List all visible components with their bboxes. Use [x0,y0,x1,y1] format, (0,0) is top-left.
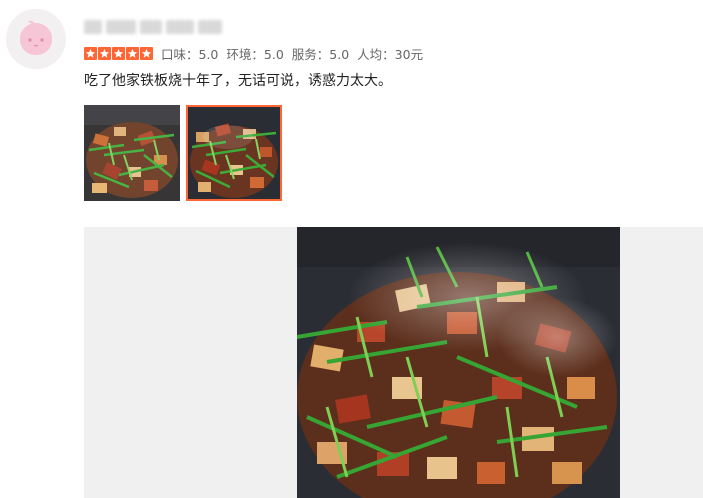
environment-score: 环境：5.0 [226,46,284,62]
enlarged-food-photo[interactable] [297,227,620,498]
review-text: 吃了他家铁板烧十年了，无话可说，诱惑力太大。 [84,73,392,89]
taste-score: 口味：5.0 [161,46,219,62]
photo-thumbnail-1[interactable] [84,105,180,201]
average-price: 人均：30元 [357,46,424,62]
star-icon [140,46,153,60]
rating-row: 口味：5.0 环境：5.0 服务：5.0 人均：30元 [84,44,431,62]
star-icon [98,46,111,60]
star-icon [84,46,97,60]
service-score: 服务：5.0 [291,46,350,62]
review-card: 口味：5.0 环境：5.0 服务：5.0 人均：30元 吃了他家铁板烧十年了，无… [0,0,703,498]
photo-thumbnail-2[interactable] [186,105,282,201]
star-icon [126,46,139,60]
user-avatar[interactable] [6,9,66,69]
peach-avatar-icon [6,9,66,69]
star-icon [112,46,125,60]
username-blurred[interactable] [84,17,224,37]
star-rating [84,46,153,60]
photo-thumbnails [84,105,282,201]
photo-viewer [84,227,703,498]
